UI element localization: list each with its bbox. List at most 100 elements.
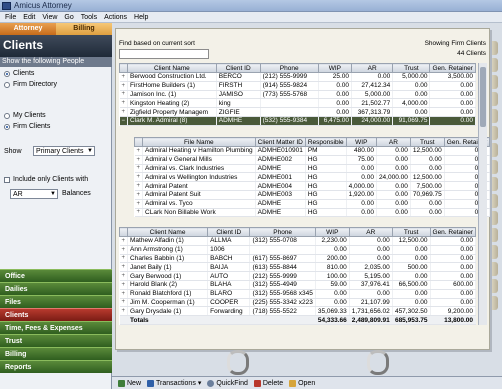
- nav-clients[interactable]: Clients: [0, 308, 112, 321]
- scrollbar-thumb[interactable]: [480, 67, 486, 127]
- expand-icon[interactable]: +: [134, 208, 144, 218]
- file-row[interactable]: + Admiral Patent ADMHE004 HG 4,000.00 0.00 7,5…: [134, 181, 491, 191]
- col-file-name[interactable]: File Name: [142, 137, 256, 147]
- expand-icon[interactable]: +: [119, 98, 129, 109]
- nav-billing[interactable]: Billing: [0, 347, 112, 360]
- expand-icon[interactable]: +: [119, 306, 129, 317]
- index-tab[interactable]: [492, 92, 498, 106]
- menu-edit[interactable]: Edit: [23, 14, 35, 21]
- index-tab[interactable]: [492, 177, 498, 191]
- expand-icon[interactable]: +: [134, 172, 144, 183]
- tab-attorney[interactable]: Attorney: [0, 23, 56, 35]
- file-row[interactable]: + Admiral vs Wellington Industries ADMHE00…: [134, 172, 491, 183]
- menu-view[interactable]: View: [42, 14, 57, 21]
- vertical-scrollbar[interactable]: [478, 63, 487, 325]
- menu-file[interactable]: File: [5, 14, 16, 21]
- file-row[interactable]: + Admiral vs. Clark Industries ADMHE HG 0.00…: [134, 164, 491, 174]
- nav-office[interactable]: Office: [0, 269, 112, 282]
- table-row[interactable]: + Jamison Inc. (1) JAMISO (773) 555-5768 0.0…: [119, 90, 476, 100]
- open-button[interactable]: Open: [289, 379, 315, 387]
- expand-icon[interactable]: +: [119, 107, 129, 117]
- table-row[interactable]: + Charles Babbin (1) BABCH (617) 555-8697 20…: [119, 254, 476, 264]
- new-button[interactable]: New: [118, 379, 141, 387]
- table-row[interactable]: + Ann Armstrong (1) 1006 0.00 0.00 0.00 0.00: [119, 245, 476, 255]
- expand-icon[interactable]: +: [134, 164, 144, 174]
- index-tab[interactable]: [492, 75, 498, 89]
- col-gen-retainer[interactable]: Gen. Retainer: [429, 63, 476, 73]
- col-ar[interactable]: AR: [348, 227, 393, 237]
- file-row[interactable]: + Admiral v General Mills ADMHE002 HG 75.00 0…: [134, 155, 491, 165]
- table-row[interactable]: + Zigfield Property Managem ZIGFIE 0.00 367,…: [119, 107, 476, 117]
- selected-client-row[interactable]: − Clark M. Admiral (8) ADMHE (532) 555-9384…: [119, 116, 476, 126]
- file-row[interactable]: +Admiral vs. TycoADMHEHG0.000.000.000.00: [134, 199, 491, 209]
- delete-button[interactable]: Delete: [253, 379, 283, 387]
- col-client-name[interactable]: Client Name: [127, 63, 217, 73]
- table-row[interactable]: + Mathew Alfadin (1) ALLMA (312) 555-0708 2,…: [119, 236, 476, 246]
- col-responsible[interactable]: Responsible: [304, 137, 347, 147]
- radio-clients[interactable]: Clients: [4, 70, 34, 77]
- menu-go[interactable]: Go: [64, 14, 73, 21]
- file-row[interactable]: + Admiral Heating v Hamilton Plumbing ADMH…: [134, 146, 491, 156]
- expand-icon[interactable]: +: [119, 262, 129, 273]
- table-row[interactable]: + Jim M. Cooperman (1) COOPER (225) 555-334…: [119, 298, 476, 308]
- index-tab[interactable]: [492, 143, 498, 157]
- expand-icon[interactable]: +: [119, 280, 129, 290]
- col-trust[interactable]: Trust: [391, 227, 431, 237]
- table-row[interactable]: + Gary Drysdale (1) Forwarding (718) 555-55…: [119, 306, 476, 317]
- expand-icon[interactable]: +: [119, 245, 129, 255]
- expand-icon[interactable]: +: [119, 90, 129, 100]
- nav-reports[interactable]: Reports: [0, 360, 112, 373]
- index-tab[interactable]: [492, 194, 498, 208]
- col-file-wip[interactable]: WIP: [345, 137, 377, 147]
- col-wip[interactable]: WIP: [314, 227, 350, 237]
- table-row[interactable]: + Janet Baily (1) BAIJA (613) 555-8844 810.0…: [119, 262, 476, 273]
- col-phone[interactable]: Phone: [249, 227, 316, 237]
- table-row[interactable]: + Kingston Heating (2) king 0.00 21,502.77 4,…: [119, 98, 476, 109]
- file-row[interactable]: + CLark Non Billable Work ADMHE HG 0.00 0.00 0…: [134, 208, 491, 218]
- radio-firm-clients[interactable]: Firm Clients: [4, 123, 50, 130]
- col-ar[interactable]: AR: [351, 63, 394, 73]
- expand-icon[interactable]: +: [134, 199, 144, 209]
- table-row[interactable]: + Gary Berwood (1) AUTO (212) 555-9999 100.0…: [119, 271, 476, 281]
- index-tab[interactable]: [492, 109, 498, 123]
- index-tab[interactable]: [492, 245, 498, 259]
- expand-icon[interactable]: +: [134, 146, 144, 156]
- index-tab[interactable]: [492, 296, 498, 310]
- nav-dailies[interactable]: Dailies: [0, 282, 112, 295]
- show-select[interactable]: Primary Clients ▼: [33, 146, 95, 156]
- index-tab[interactable]: [492, 126, 498, 140]
- col-trust[interactable]: Trust: [392, 63, 431, 73]
- tab-billing[interactable]: Billing: [56, 23, 112, 35]
- file-row[interactable]: + Admiral Patent Suit ADMHE003 HG 1,920.00 0.…: [134, 190, 491, 200]
- menu-help[interactable]: Help: [134, 14, 148, 21]
- nav-files[interactable]: Files: [0, 295, 112, 308]
- col-phone[interactable]: Phone: [259, 63, 319, 73]
- index-tab[interactable]: [492, 279, 498, 293]
- index-tab[interactable]: [492, 41, 498, 55]
- index-tab[interactable]: [492, 160, 498, 174]
- expand-icon[interactable]: +: [119, 72, 129, 82]
- radio-my-clients[interactable]: My Clients: [4, 112, 46, 119]
- table-row[interactable]: + Berwood Construction Ltd. BERCO (212) 555…: [119, 72, 476, 82]
- quickfind-button[interactable]: QuickFind: [207, 379, 248, 387]
- col-client-id[interactable]: Client ID: [215, 63, 261, 73]
- index-tab[interactable]: [492, 58, 498, 72]
- col-client-name[interactable]: Client Name: [127, 227, 209, 237]
- col-wip[interactable]: WIP: [317, 63, 353, 73]
- table-row[interactable]: + Ronald Blatchford (1) BLARO (312) 555-956…: [119, 289, 476, 299]
- col-gen-retainer[interactable]: Gen. Retainer: [429, 227, 476, 237]
- col-file-ar[interactable]: AR: [375, 137, 411, 147]
- expand-icon[interactable]: +: [119, 254, 129, 264]
- find-input[interactable]: [119, 49, 209, 59]
- col-client-id[interactable]: Client ID: [207, 227, 251, 237]
- transactions-button[interactable]: Transactions ▾: [147, 379, 201, 387]
- expand-icon[interactable]: +: [134, 155, 144, 165]
- expand-icon[interactable]: +: [119, 236, 129, 246]
- col-client-matter-id[interactable]: Client Matter ID: [254, 137, 306, 147]
- table-row[interactable]: + FirstHome Builders (1) FIRSTH (914) 555-9…: [119, 81, 476, 91]
- expand-icon[interactable]: +: [119, 289, 129, 299]
- nav-trust[interactable]: Trust: [0, 334, 112, 347]
- table-row[interactable]: + Harold Blank (2) BLAHA (312) 555-4949 59.0…: [119, 280, 476, 290]
- radio-firm-directory[interactable]: Firm Directory: [4, 81, 57, 88]
- index-tab[interactable]: [492, 211, 498, 225]
